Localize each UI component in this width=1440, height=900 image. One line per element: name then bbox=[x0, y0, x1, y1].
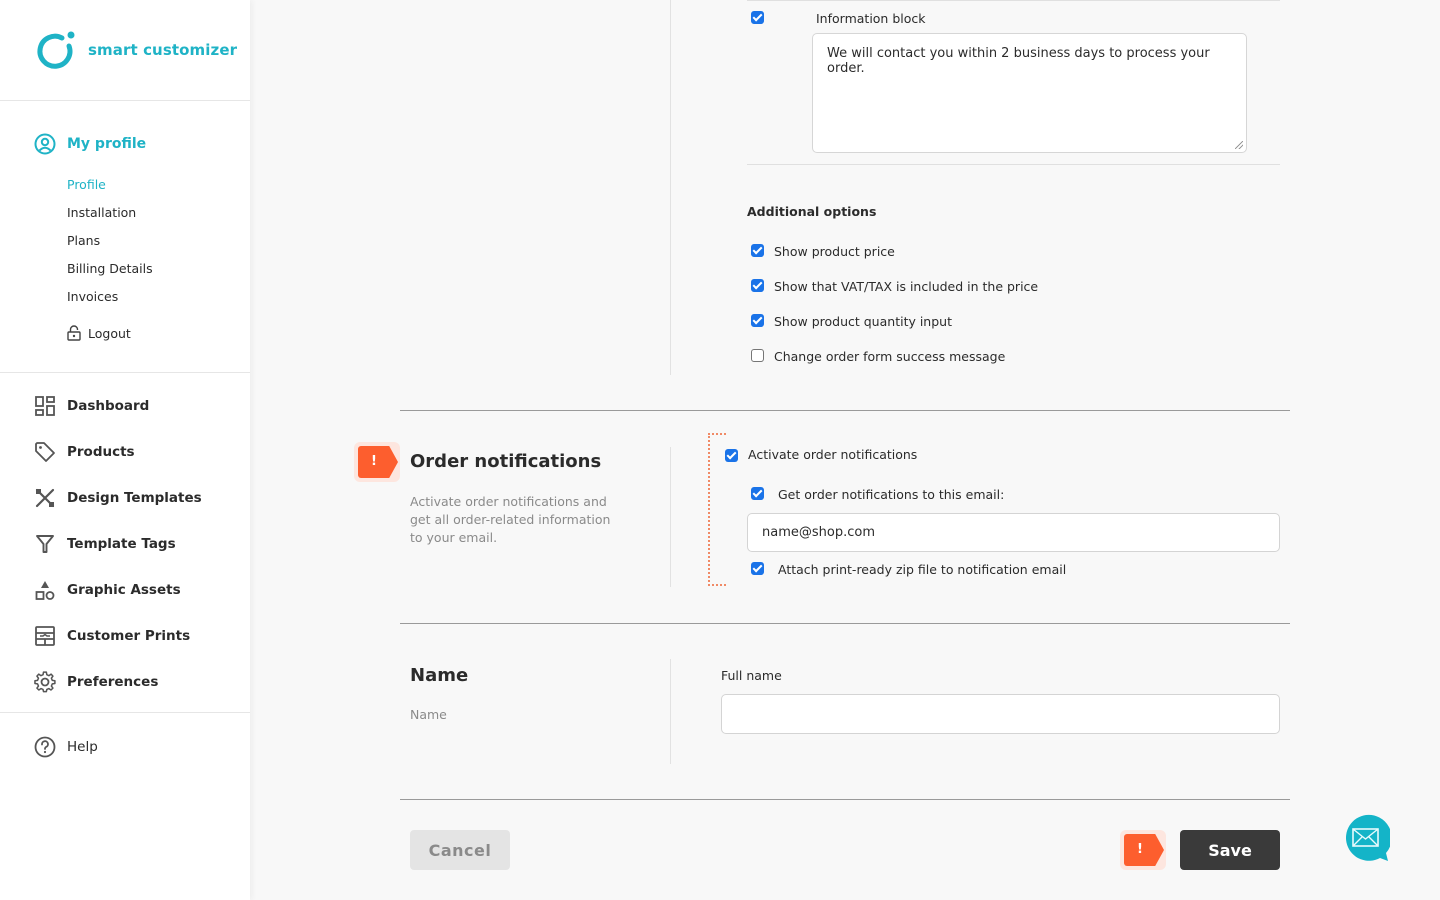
notification-email-input[interactable]: name@shop.com bbox=[747, 513, 1280, 552]
section-divider bbox=[400, 799, 1290, 800]
change-success-message-label: Change order form success message bbox=[774, 349, 1006, 364]
resize-handle[interactable] bbox=[1235, 141, 1243, 149]
nav-products-label: Products bbox=[67, 444, 135, 460]
information-block-text: We will contact you within 2 business da… bbox=[827, 46, 1210, 76]
sidebar: smart customizer My profile Profile Inst… bbox=[0, 0, 250, 900]
notification-email-value: name@shop.com bbox=[762, 525, 875, 540]
lock-icon bbox=[67, 325, 81, 341]
profile-menu-invoices[interactable]: Invoices bbox=[67, 287, 250, 315]
full-name-input[interactable] bbox=[721, 694, 1280, 734]
save-warning-badge: ! bbox=[1120, 830, 1166, 870]
shapes-icon bbox=[35, 581, 55, 600]
cancel-button[interactable]: Cancel bbox=[410, 830, 510, 870]
nav-design-templates-label: Design Templates bbox=[67, 490, 202, 506]
nav-graphic-assets[interactable]: Graphic Assets bbox=[0, 567, 250, 613]
show-vat-label: Show that VAT/TAX is included in the pri… bbox=[774, 279, 1039, 294]
section-divider bbox=[400, 410, 1290, 411]
profile-menu-installation[interactable]: Installation bbox=[67, 203, 250, 231]
attach-zip-label: Attach print-ready zip file to notificat… bbox=[778, 562, 1067, 577]
column-divider bbox=[670, 447, 671, 587]
chat-widget-button[interactable] bbox=[1342, 814, 1392, 862]
order-notifications-description: Activate order notifications and get all… bbox=[410, 494, 611, 545]
save-button[interactable]: Save bbox=[1180, 830, 1280, 870]
profile-menu-billing-details[interactable]: Billing Details bbox=[67, 259, 250, 287]
section-divider bbox=[400, 623, 1290, 624]
profile-menu: My profile Profile Installation Plans Bi… bbox=[0, 101, 250, 373]
my-profile-heading[interactable]: My profile bbox=[0, 123, 250, 165]
logout-label: Logout bbox=[88, 325, 131, 341]
logo-icon bbox=[37, 31, 75, 69]
highlight-bracket bbox=[708, 433, 726, 586]
information-block-label: Information block bbox=[816, 11, 926, 26]
show-vat-checkbox[interactable] bbox=[751, 279, 764, 292]
dashboard-icon bbox=[35, 396, 55, 416]
divider bbox=[747, 0, 1280, 1]
order-notifications-title: Order notifications bbox=[410, 451, 602, 472]
user-circle-icon bbox=[34, 133, 56, 155]
information-block-checkbox[interactable] bbox=[751, 11, 764, 24]
column-divider bbox=[670, 0, 671, 375]
activate-notifications-checkbox[interactable] bbox=[725, 449, 738, 462]
information-block-textarea[interactable]: We will contact you within 2 business da… bbox=[812, 33, 1247, 153]
logout-link[interactable]: Logout bbox=[67, 325, 250, 341]
help-label: Help bbox=[67, 739, 98, 755]
show-price-label: Show product price bbox=[774, 244, 895, 259]
tag-icon bbox=[35, 442, 55, 462]
nav-dashboard-label: Dashboard bbox=[67, 398, 150, 414]
column-divider bbox=[670, 659, 671, 764]
nav-products[interactable]: Products bbox=[0, 429, 250, 475]
profile-menu-plans[interactable]: Plans bbox=[67, 231, 250, 259]
brand-name: smart customizer bbox=[88, 41, 238, 59]
warning-badge: ! bbox=[354, 442, 400, 482]
nav-graphic-assets-label: Graphic Assets bbox=[67, 582, 181, 598]
name-section-description: Name bbox=[410, 707, 447, 722]
help-circle-icon bbox=[34, 736, 56, 758]
show-quantity-label: Show product quantity input bbox=[774, 314, 952, 329]
prints-icon bbox=[35, 626, 55, 646]
nav-customer-prints-label: Customer Prints bbox=[67, 628, 191, 644]
main-nav: Dashboard Products Design Templates Temp… bbox=[0, 373, 250, 713]
profile-menu-profile[interactable]: Profile bbox=[67, 175, 250, 203]
design-tools-icon bbox=[35, 488, 55, 508]
mail-chat-icon bbox=[1345, 814, 1392, 861]
nav-preferences-label: Preferences bbox=[67, 674, 159, 690]
nav-dashboard[interactable]: Dashboard bbox=[0, 383, 250, 429]
help-link[interactable]: Help bbox=[0, 735, 250, 759]
divider bbox=[747, 164, 1280, 165]
my-profile-label: My profile bbox=[67, 136, 147, 152]
main-content: Information block We will contact you wi… bbox=[250, 0, 1440, 900]
show-quantity-checkbox[interactable] bbox=[751, 314, 764, 327]
name-section-title: Name bbox=[410, 665, 469, 686]
change-success-message-checkbox[interactable] bbox=[751, 349, 764, 362]
logo[interactable]: smart customizer bbox=[0, 0, 250, 101]
activate-notifications-label: Activate order notifications bbox=[748, 447, 918, 462]
nav-preferences[interactable]: Preferences bbox=[0, 659, 250, 705]
show-price-checkbox[interactable] bbox=[751, 244, 764, 257]
gear-icon bbox=[34, 671, 56, 693]
nav-template-tags-label: Template Tags bbox=[67, 536, 176, 552]
additional-options-title: Additional options bbox=[747, 204, 877, 219]
nav-design-templates[interactable]: Design Templates bbox=[0, 475, 250, 521]
nav-customer-prints[interactable]: Customer Prints bbox=[0, 613, 250, 659]
email-notifications-label: Get order notifications to this email: bbox=[778, 487, 1005, 502]
filter-icon bbox=[36, 535, 54, 553]
nav-template-tags[interactable]: Template Tags bbox=[0, 521, 250, 567]
attach-zip-checkbox[interactable] bbox=[751, 562, 764, 575]
full-name-label: Full name bbox=[721, 668, 782, 683]
email-notifications-checkbox[interactable] bbox=[751, 487, 764, 500]
